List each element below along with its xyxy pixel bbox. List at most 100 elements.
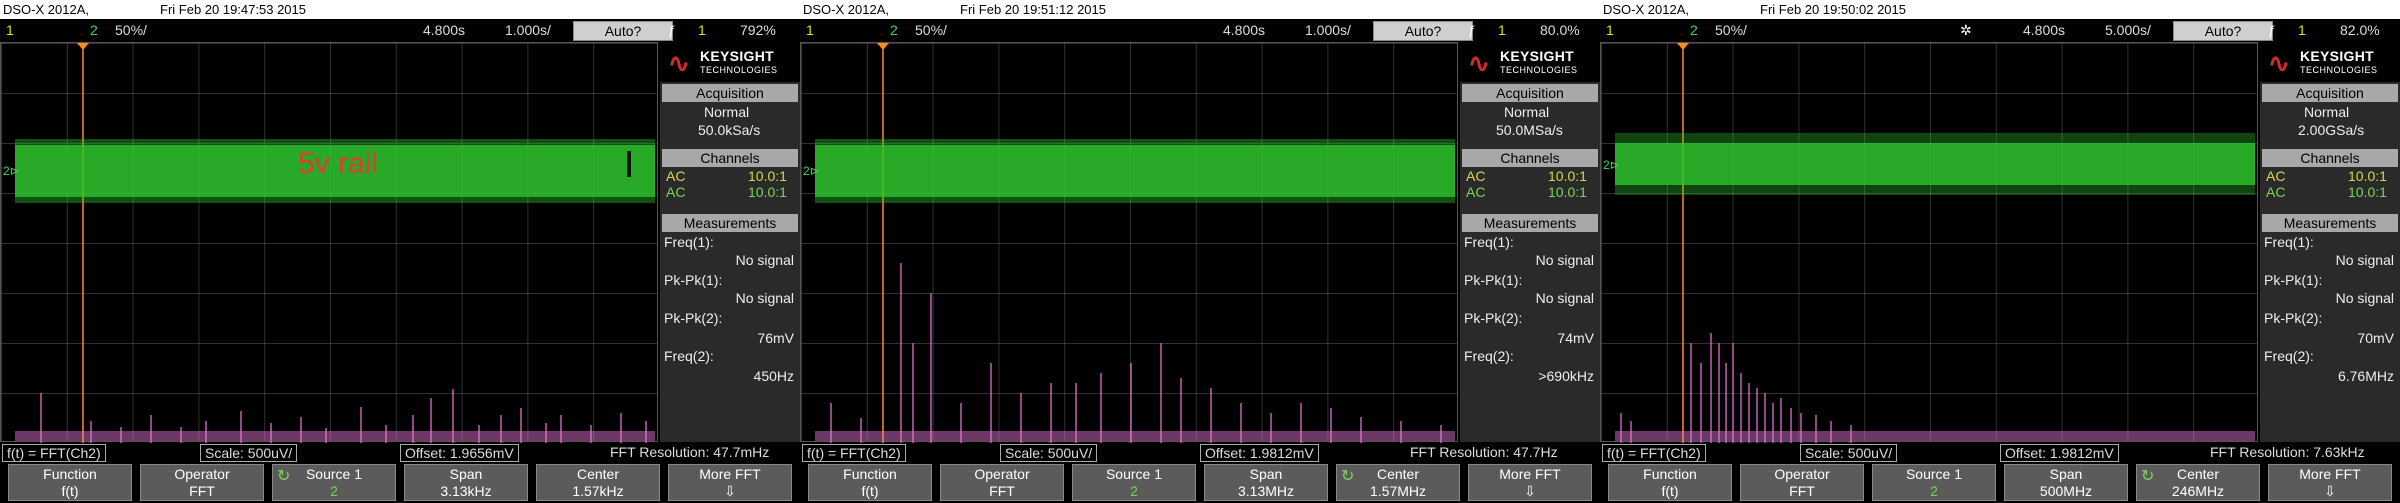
arrow-down-icon: ⇩	[724, 483, 736, 499]
trigger-mode-badge[interactable]: Auto?	[573, 21, 673, 41]
channel-2-scale: 50%/	[915, 22, 947, 38]
softkey-bar: Function f(t) Operator FFT Source 12 Span 5…	[1600, 462, 2400, 503]
fft-offset: Offset: 1.9656mV	[400, 444, 519, 462]
waveform-grid[interactable]: 2⊳	[800, 42, 1458, 443]
keysight-wave-icon: ∿	[2268, 48, 2290, 78]
acquisition-header: Acquisition	[662, 84, 798, 102]
ch2-probe: 10.0:1	[748, 184, 787, 200]
rail-annotation: 5v rail	[298, 147, 379, 180]
fft-resolution: FFT Resolution: 7.63kHz	[2210, 444, 2365, 460]
center-softkey[interactable]: ↻ Center 246MHz	[2136, 464, 2260, 501]
acquisition-header: Acquisition	[2262, 84, 2398, 102]
span-softkey[interactable]: Span 3.13kHz	[404, 464, 528, 501]
waveform-plot: 2⊳	[1603, 43, 2255, 443]
fft-resolution: FFT Resolution: 47.7Hz	[1410, 444, 1558, 460]
span-softkey[interactable]: Span 3.13MHz	[1204, 464, 1328, 501]
softkey-bar: Function f(t) Operator FFT Source 12 Span 3…	[800, 462, 1600, 503]
source-softkey[interactable]: Source 12	[1072, 464, 1196, 501]
channel-2-indicator[interactable]: 2	[90, 22, 98, 38]
more-fft-softkey[interactable]: More FFT ⇩	[668, 464, 792, 501]
horizontal-delay: 4.800s	[423, 22, 466, 38]
cursor-marker	[877, 43, 889, 50]
meas-label: Pk-Pk(2):	[664, 310, 723, 326]
status-bar: 1 2 50%/ 4.800s 1.000s/ Auto? ƒ 1 80.0%	[800, 19, 1600, 42]
trigger-mode-badge[interactable]: Auto?	[1373, 21, 1473, 41]
source-softkey[interactable]: ↻ Source 12	[272, 464, 396, 501]
header-bar: DSO-X 2012A, Fri Feb 20 19:51:12 2015	[800, 0, 1600, 19]
ch2-probe: 10.0:1	[1548, 184, 1587, 200]
operator-softkey[interactable]: Operator FFT	[140, 464, 264, 501]
span-softkey[interactable]: Span 500MHz	[2004, 464, 2128, 501]
center-softkey[interactable]: Center 1.57kHz	[536, 464, 660, 501]
channel-1-indicator[interactable]: 1	[1606, 22, 1614, 38]
more-fft-softkey[interactable]: More FFT ⇩	[2268, 464, 2392, 501]
meas-label: Freq(1):	[2264, 234, 2314, 250]
channel-1-indicator[interactable]: 1	[6, 22, 14, 38]
math-function: f(t) = FFT(Ch2)	[1602, 444, 1706, 462]
ch2-coupling: AC	[1466, 184, 1486, 200]
keysight-wave-icon: ∿	[1468, 48, 1490, 78]
cursor-marker	[1677, 43, 1689, 50]
channel-1-indicator[interactable]: 1	[806, 22, 814, 38]
ch2-coupling: AC	[2266, 184, 2286, 200]
scope-model: DSO-X 2012A,	[1603, 2, 1689, 17]
trigger-mode-badge[interactable]: Auto?	[2173, 21, 2273, 41]
ch1-coupling: AC	[1466, 168, 1486, 184]
scope-screen-1: DSO-X 2012A, Fri Feb 20 19:47:53 2015 1 …	[0, 0, 800, 503]
info-sidebar: ∿ KEYSIGHT TECHNOLOGIES Acquisition Norm…	[2260, 42, 2400, 442]
sample-rate: 2.00GSa/s	[2298, 122, 2365, 138]
math-status-bar: f(t) = FFT(Ch2) Scale: 500uV/ Offset: 1.…	[0, 443, 800, 462]
meas-value: No signal	[2335, 290, 2394, 306]
meas-value: No signal	[1535, 252, 1594, 268]
trigger-channel: 1	[1498, 22, 1506, 38]
arrow-down-icon: ⇩	[2324, 483, 2336, 499]
meas-value: No signal	[2335, 252, 2394, 268]
acquisition-header: Acquisition	[1462, 84, 1598, 102]
math-status-bar: f(t) = FFT(Ch2) Scale: 500uV/ Offset: 1.…	[1600, 443, 2400, 462]
meas-value: 6.76MHz	[2337, 368, 2394, 384]
meas-value: No signal	[735, 252, 794, 268]
trigger-level: 82.0%	[2340, 22, 2380, 38]
more-fft-softkey[interactable]: More FFT ⇩	[1468, 464, 1592, 501]
meas-label: Pk-Pk(1):	[2264, 272, 2323, 288]
timebase: 5.000s/	[2105, 22, 2151, 38]
operator-softkey[interactable]: Operator FFT	[940, 464, 1064, 501]
meas-label: Pk-Pk(1):	[664, 272, 723, 288]
trigger-level: 80.0%	[1540, 22, 1580, 38]
waveform-grid[interactable]: 2⊳	[1600, 42, 2258, 443]
function-softkey[interactable]: Function f(t)	[8, 464, 132, 501]
ch1-coupling: AC	[666, 168, 686, 184]
waveform-plot: 2⊳	[3, 43, 655, 443]
trigger-channel: 1	[2298, 22, 2306, 38]
channel-2-indicator[interactable]: 2	[1690, 22, 1698, 38]
meas-value: No signal	[1535, 290, 1594, 306]
function-softkey[interactable]: Function f(t)	[808, 464, 932, 501]
fft-noise-floor	[1615, 431, 2255, 441]
header-bar: DSO-X 2012A, Fri Feb 20 19:47:53 2015	[0, 0, 800, 19]
meas-value: No signal	[735, 290, 794, 306]
function-softkey[interactable]: Function f(t)	[1608, 464, 1732, 501]
info-sidebar: ∿ KEYSIGHT TECHNOLOGIES Acquisition Norm…	[1460, 42, 1600, 442]
channel-2-indicator[interactable]: 2	[890, 22, 898, 38]
screenshot-datetime: Fri Feb 20 19:50:02 2015	[1760, 2, 1906, 17]
acquisition-mode: Normal	[704, 104, 750, 120]
meas-label: Freq(2):	[2264, 348, 2314, 364]
source-softkey[interactable]: Source 12	[1872, 464, 1996, 501]
ch1-probe: 10.0:1	[748, 168, 787, 184]
meas-label: Freq(2):	[664, 348, 714, 364]
info-sidebar: ∿ KEYSIGHT TECHNOLOGIES Acquisition Norm…	[660, 42, 800, 442]
sample-rate: 50.0kSa/s	[698, 122, 761, 138]
ch2-probe: 10.0:1	[2348, 184, 2387, 200]
meas-value: 450Hz	[753, 368, 794, 384]
meas-value: 74mV	[1557, 330, 1594, 346]
ch1-probe: 10.0:1	[1548, 168, 1587, 184]
center-softkey[interactable]: ↻ Center 1.57MHz	[1336, 464, 1460, 501]
rotate-knob-icon: ↻	[277, 468, 291, 485]
ch2-ground-marker: 2⊳	[803, 164, 820, 178]
operator-softkey[interactable]: Operator FFT	[1740, 464, 1864, 501]
fft-scale: Scale: 500uV/	[200, 444, 298, 462]
measurements-header: Measurements	[662, 214, 798, 232]
fft-scale: Scale: 500uV/	[1000, 444, 1098, 462]
ch2-ground-marker: 2⊳	[1603, 158, 1620, 172]
waveform-grid[interactable]: 2⊳	[0, 42, 658, 443]
